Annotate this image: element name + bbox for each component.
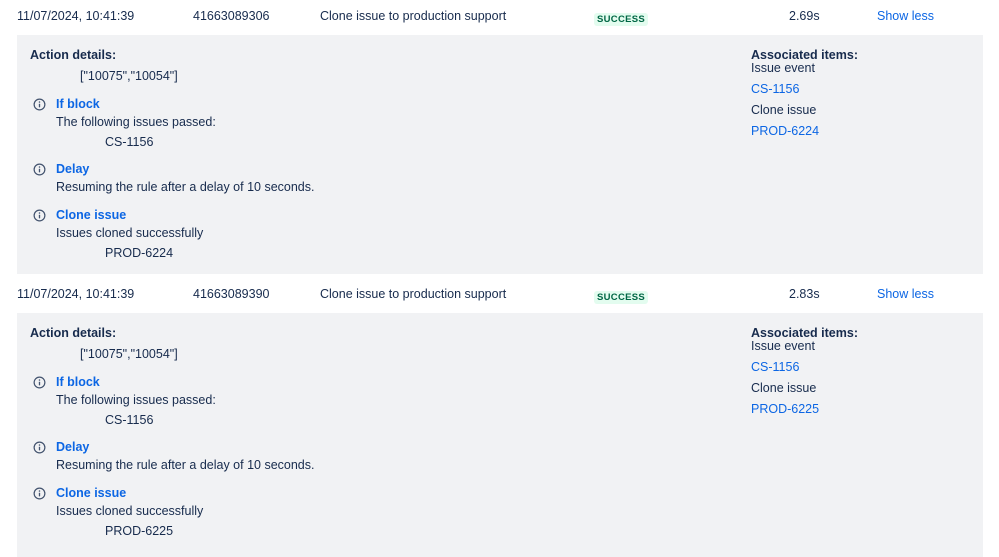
info-icon [33,487,46,500]
log-row: 11/07/2024, 10:41:39 41663089306 Clone i… [0,0,999,30]
info-icon [33,98,46,111]
log-date: 11/07/2024, 10:41:39 [17,287,135,301]
if-block-issue: CS-1156 [105,413,154,427]
log-id: 41663089306 [193,9,270,23]
action-details-value: ["10075","10054"] [80,347,178,361]
delay-text: Resuming the rule after a delay of 10 se… [56,180,315,194]
assoc-clone-label: Clone issue [751,381,817,395]
assoc-event-label: Issue event [751,339,815,353]
delay-title[interactable]: Delay [56,161,89,177]
log-id: 41663089390 [193,287,270,301]
assoc-clone-link[interactable]: PROD-6224 [751,123,819,139]
assoc-clone-link[interactable]: PROD-6225 [751,401,819,417]
details-panel: Action details: ["10075","10054"] If blo… [17,313,983,557]
clone-issue-text: Issues cloned successfully [56,226,204,240]
if-block-text: The following issues passed: [56,393,216,407]
assoc-event-link[interactable]: CS-1156 [751,81,799,97]
clone-issue-title[interactable]: Clone issue [56,207,126,223]
log-rule-name: Clone issue to production support [320,9,507,23]
log-rule-name: Clone issue to production support [320,287,507,301]
log-row: 11/07/2024, 10:41:39 41663089390 Clone i… [0,278,999,308]
clone-issue-text: Issues cloned successfully [56,504,204,518]
log-date: 11/07/2024, 10:41:39 [17,9,135,23]
clone-issue-key: PROD-6224 [105,246,174,260]
info-icon [33,441,46,454]
clone-issue-key: PROD-6225 [105,524,174,538]
delay-title[interactable]: Delay [56,439,89,455]
status-badge: SUCCESS [594,10,649,26]
log-duration: 2.69s [789,9,820,23]
log-duration: 2.83s [789,287,820,301]
action-details-label: Action details: [30,48,117,62]
assoc-event-link[interactable]: CS-1156 [751,359,799,375]
action-details-value: ["10075","10054"] [80,69,178,83]
clone-issue-title[interactable]: Clone issue [56,485,126,501]
if-block-issue: CS-1156 [105,135,154,149]
info-icon [33,376,46,389]
show-less-button[interactable]: Show less [877,8,934,24]
action-details-label: Action details: [30,326,117,340]
info-icon [33,209,46,222]
status-lozenge: SUCCESS [594,291,649,304]
delay-text: Resuming the rule after a delay of 10 se… [56,458,315,472]
info-icon [33,163,46,176]
assoc-clone-label: Clone issue [751,103,817,117]
if-block-title[interactable]: If block [56,374,100,390]
if-block-text: The following issues passed: [56,115,216,129]
if-block-title[interactable]: If block [56,96,100,112]
status-badge: SUCCESS [594,288,649,304]
details-panel: Action details: ["10075","10054"] If blo… [17,35,983,274]
show-less-button[interactable]: Show less [877,286,934,302]
status-lozenge: SUCCESS [594,13,649,26]
assoc-event-label: Issue event [751,61,815,75]
